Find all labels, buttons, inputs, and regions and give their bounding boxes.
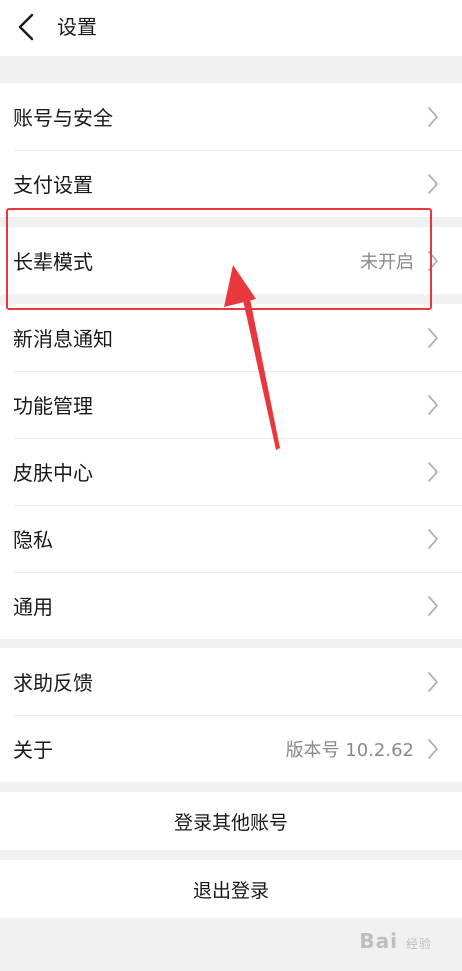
settings-item-label: 新消息通知 (13, 327, 113, 351)
chevron-right-icon (428, 595, 438, 616)
chevron-right-icon (428, 738, 438, 759)
chevron-right-icon (428, 250, 438, 271)
chevron-right-icon (428, 327, 438, 348)
settings-item-payment[interactable]: 支付设置 (0, 150, 462, 217)
settings-item-label: 功能管理 (13, 394, 93, 418)
settings-item-account-security[interactable]: 账号与安全 (0, 83, 462, 150)
settings-item-label: 支付设置 (13, 173, 93, 197)
chevron-right-icon (428, 528, 438, 549)
settings-item-label: 关于 (13, 738, 53, 762)
watermark-suffix: 经验 (405, 937, 432, 951)
chevron-right-icon (428, 394, 438, 415)
settings-item-feature-management[interactable]: 功能管理 (0, 371, 462, 438)
page-title: 设置 (57, 15, 97, 39)
settings-group-help: 求助反馈 关于 版本号 10.2.62 (0, 648, 462, 782)
settings-group-elder-mode: 长辈模式 未开启 (0, 227, 462, 294)
version-number: 版本号 10.2.62 (285, 739, 414, 761)
settings-item-label: 求助反馈 (13, 671, 93, 695)
settings-item-help-feedback[interactable]: 求助反馈 (0, 648, 462, 715)
settings-group-general: 新消息通知 功能管理 皮肤中心 隐私 通用 (0, 304, 462, 639)
settings-item-status: 未开启 (360, 251, 414, 273)
top-bar: 设置 (0, 0, 462, 56)
settings-item-elder-mode[interactable]: 长辈模式 未开启 (0, 227, 462, 294)
settings-group-account: 账号与安全 支付设置 (0, 83, 462, 217)
watermark-text: Bai (359, 929, 399, 953)
settings-item-label: 长辈模式 (13, 250, 93, 274)
settings-item-label: 账号与安全 (13, 106, 113, 130)
settings-item-label: 皮肤中心 (13, 461, 93, 485)
logout-button[interactable]: 退出登录 (0, 860, 462, 918)
chevron-right-icon (428, 671, 438, 692)
settings-item-privacy[interactable]: 隐私 (0, 505, 462, 572)
chevron-right-icon (428, 461, 438, 482)
back-arrow-icon[interactable] (14, 12, 38, 42)
baidu-jingyan-watermark: Bai 经验 (359, 929, 432, 953)
chevron-right-icon (428, 173, 438, 194)
chevron-right-icon (428, 106, 438, 127)
settings-item-skin-center[interactable]: 皮肤中心 (0, 438, 462, 505)
settings-item-about[interactable]: 关于 版本号 10.2.62 (0, 715, 462, 782)
settings-item-general[interactable]: 通用 (0, 572, 462, 639)
settings-item-label: 通用 (13, 595, 53, 619)
settings-item-notifications[interactable]: 新消息通知 (0, 304, 462, 371)
switch-account-button[interactable]: 登录其他账号 (0, 792, 462, 850)
settings-item-label: 隐私 (13, 528, 53, 552)
